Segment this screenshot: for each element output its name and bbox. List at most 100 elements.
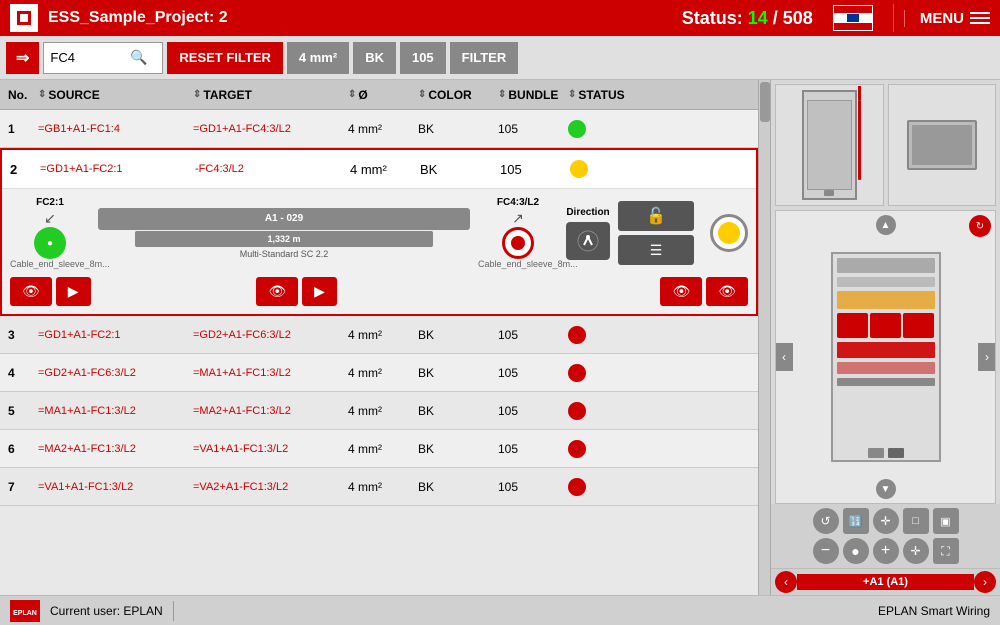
- status-total: / 508: [773, 8, 813, 28]
- zoom-controls: − ● + ✛ ⛶: [771, 538, 1000, 568]
- right-end-label: FC4:3/L2: [497, 197, 539, 208]
- thumbnail-area: [771, 80, 1000, 210]
- action-buttons-area: 🔓 ☰: [618, 201, 694, 265]
- main-diagram: ▲ ↻: [775, 210, 996, 504]
- table-row-expanded[interactable]: 2 =GD1+A1-FC2:1 -FC4:3/L2 4 mm² BK 105 F…: [0, 148, 758, 316]
- table-row[interactable]: 5 =MA1+A1-FC1:3/L2 =MA2+A1-FC1:3/L2 4 mm…: [0, 392, 758, 430]
- row-source: =GB1+A1-FC1:4: [38, 123, 193, 135]
- scroll-down-button[interactable]: ▼: [876, 479, 896, 499]
- direction-button[interactable]: [566, 222, 610, 260]
- location-nav: ‹ +A1 (A1) ›: [771, 568, 1000, 595]
- bottom-controls: [833, 448, 939, 458]
- left-sleeve-label: Cable_end_sleeve_8m...: [10, 259, 90, 269]
- app-logo: [10, 4, 38, 32]
- search-box[interactable]: 🔍: [43, 42, 163, 74]
- table-row[interactable]: 1 =GB1+A1-FC1:4 =GD1+A1-FC4:3/L2 4 mm² B…: [0, 110, 758, 148]
- table-header: No. ⇕ SOURCE ⇕ TARGET ⇕ Ø ⇕ COLOR: [0, 80, 758, 110]
- left-wire-end: FC2:1 ↙ ● Cable_end_sleeve_8m...: [10, 197, 90, 269]
- scrollbar-thumb[interactable]: [760, 82, 770, 122]
- sort-color-icon: ⇕: [418, 89, 426, 100]
- fullscreen-button[interactable]: ⛶: [933, 538, 959, 564]
- bundle-filter-button[interactable]: 105: [400, 42, 446, 74]
- row-status: [570, 160, 640, 178]
- rotate-icon: ↻: [976, 221, 984, 232]
- lock-button[interactable]: 🔓: [618, 201, 694, 231]
- row-target: -FC4:3/L2: [195, 163, 350, 175]
- play-button-left[interactable]: ▶: [56, 277, 91, 306]
- ctrl-rotate-icon: ↺: [820, 514, 830, 528]
- status-indicator: [568, 402, 586, 420]
- cabinet-thumbnail[interactable]: [775, 84, 884, 206]
- col-header-target[interactable]: ⇕ TARGET: [193, 88, 348, 102]
- status-label: Status:: [682, 8, 743, 28]
- row-no: 1: [8, 122, 38, 136]
- ctrl-square-button[interactable]: □: [903, 508, 929, 534]
- menu-button[interactable]: MENU: [904, 10, 990, 27]
- table-row[interactable]: 4 =GD2+A1-FC6:3/L2 =MA1+A1-FC1:3/L2 4 mm…: [0, 354, 758, 392]
- right-sleeve-label: Cable_end_sleeve_8m...: [478, 259, 558, 269]
- ctrl-move-icon: ✛: [880, 514, 890, 528]
- panel-left-arrow[interactable]: ‹: [775, 343, 793, 371]
- up-arrow-icon: ▲: [881, 220, 891, 231]
- zoom-out-button[interactable]: −: [813, 538, 839, 564]
- search-input[interactable]: [50, 50, 130, 65]
- row-bundle: 105: [498, 122, 568, 136]
- status-indicator: [568, 478, 586, 496]
- table-row[interactable]: 7 =VA1+A1-FC1:3/L2 =VA2+A1-FC1:3/L2 4 mm…: [0, 468, 758, 506]
- ctrl-window-button[interactable]: ▣: [933, 508, 959, 534]
- reset-filter-button[interactable]: RESET FILTER: [167, 42, 282, 74]
- row-bundle: 105: [500, 162, 570, 177]
- monitor-thumbnail[interactable]: [888, 84, 997, 206]
- color-filter-button[interactable]: BK: [353, 42, 396, 74]
- location-label: +A1 (A1): [797, 574, 974, 590]
- col-header-status[interactable]: ⇕ STATUS: [568, 88, 638, 102]
- eplan-logo: EPLAN: [10, 600, 40, 622]
- move-button[interactable]: ✛: [903, 538, 929, 564]
- nav-arrow-button[interactable]: ⇒: [6, 42, 39, 74]
- table-row[interactable]: 3 =GD1+A1-FC2:1 =GD2+A1-FC6:3/L2 4 mm² B…: [0, 316, 758, 354]
- right-wire-circle: [502, 227, 534, 259]
- menu-label: MENU: [920, 10, 964, 27]
- size-filter-button[interactable]: 4 mm²: [287, 42, 349, 74]
- col-header-color[interactable]: ⇕ COLOR: [418, 88, 498, 102]
- row-color: BK: [420, 162, 500, 177]
- center-button[interactable]: ●: [843, 538, 869, 564]
- eye-button-status-1[interactable]: 👁: [660, 277, 702, 306]
- ctrl-number-button[interactable]: 🔢: [843, 508, 869, 534]
- footer: EPLAN Current user: EPLAN EPLAN Smart Wi…: [0, 595, 1000, 625]
- app-name: EPLAN Smart Wiring: [878, 604, 990, 618]
- sort-bundle-icon: ⇕: [498, 89, 506, 100]
- panel-right-arrow[interactable]: ›: [978, 343, 996, 371]
- cable-standard: Multi-Standard SC 2.2: [240, 249, 329, 259]
- cable-length: 1,332 m: [267, 234, 300, 244]
- eye-button-right-1[interactable]: 👁: [256, 277, 298, 306]
- col-header-diam[interactable]: ⇕ Ø: [348, 88, 418, 102]
- arrow-left-icon: ↙: [44, 210, 56, 227]
- nav-right-button[interactable]: ›: [974, 571, 996, 593]
- col-header-bundle[interactable]: ⇕ BUNDLE: [498, 88, 568, 102]
- status-indicator: [568, 326, 586, 344]
- direction-area: Direction: [566, 207, 610, 260]
- scrollbar[interactable]: [758, 80, 770, 595]
- eye-button-status-2[interactable]: 👁: [706, 277, 748, 306]
- nav-left-button[interactable]: ‹: [775, 571, 797, 593]
- table-row[interactable]: 6 =MA2+A1-FC1:3/L2 =VA1+A1-FC1:3/L2 4 mm…: [0, 430, 758, 468]
- ctrl-rotate-button[interactable]: ↺: [813, 508, 839, 534]
- center-icon: ●: [851, 543, 859, 559]
- scroll-up-button[interactable]: ▲: [876, 215, 896, 235]
- eye-button-left-1[interactable]: 👁: [10, 277, 52, 306]
- list-icon: ☰: [650, 242, 663, 259]
- zoom-in-button[interactable]: +: [873, 538, 899, 564]
- search-icon[interactable]: 🔍: [130, 49, 147, 66]
- rotate-button[interactable]: ↻: [969, 215, 991, 237]
- list-button[interactable]: ☰: [618, 235, 694, 265]
- ctrl-move-button[interactable]: ✛: [873, 508, 899, 534]
- col-header-source[interactable]: ⇕ SOURCE: [38, 88, 193, 102]
- ctrl-square-icon: □: [912, 515, 919, 527]
- play-button-right[interactable]: ▶: [302, 277, 337, 306]
- filter-button[interactable]: FILTER: [450, 42, 519, 74]
- col-header-no: No.: [8, 88, 38, 102]
- language-flag[interactable]: [833, 5, 873, 31]
- right-arrow-icon: ›: [985, 350, 989, 364]
- expanded-detail: FC2:1 ↙ ● Cable_end_sleeve_8m... A1 - 02…: [2, 188, 756, 314]
